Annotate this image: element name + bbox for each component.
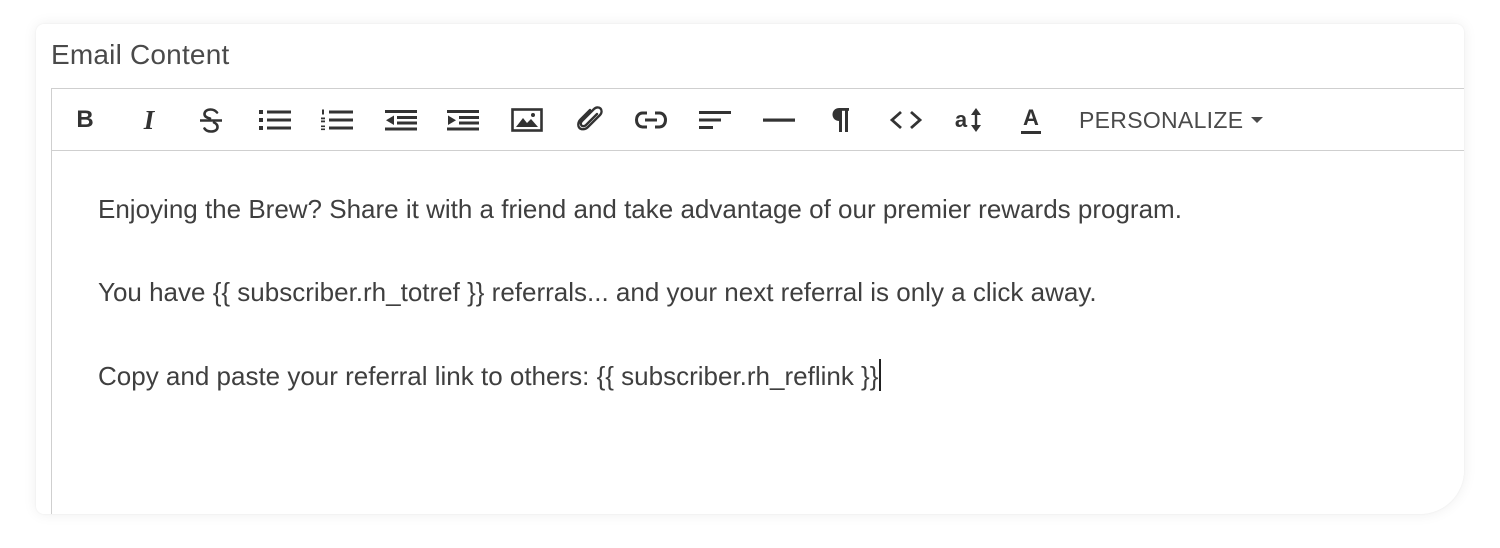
email-content-card: Email Content B I a A PERSONALIZE Enjoyi… <box>36 24 1464 514</box>
horizontal-rule-icon <box>763 118 795 122</box>
horizontal-rule-button[interactable] <box>760 104 798 136</box>
text-cursor <box>879 359 882 391</box>
code-icon <box>889 110 923 130</box>
font-color-icon: A <box>1023 105 1039 130</box>
align-left-button[interactable] <box>696 104 734 136</box>
code-view-button[interactable] <box>886 104 926 136</box>
paragraph-share: Enjoying the Brew? Share it with a frien… <box>98 194 1182 224</box>
align-left-icon <box>699 111 731 129</box>
personalize-label: PERSONALIZE <box>1079 106 1244 133</box>
strikethrough-button[interactable] <box>194 104 228 136</box>
bullet-list-button[interactable] <box>256 104 294 136</box>
image-icon <box>511 108 543 132</box>
strikethrough-icon <box>200 108 222 133</box>
personalize-dropdown[interactable]: PERSONALIZE <box>1079 104 1264 136</box>
paragraph-referrals: You have {{ subscriber.rh_totref }} refe… <box>98 277 1097 307</box>
indent-icon <box>447 110 479 131</box>
outdent-icon <box>385 110 417 131</box>
outdent-button[interactable] <box>382 104 420 136</box>
attachment-icon <box>577 106 603 131</box>
font-color-button[interactable]: A <box>1016 104 1046 136</box>
font-size-icon: a <box>954 107 968 132</box>
font-size-arrows-icon <box>971 108 982 132</box>
bullet-list-icon <box>259 110 291 130</box>
numbered-list-button[interactable] <box>318 104 356 136</box>
paragraph-format-button[interactable] <box>826 104 856 136</box>
italic-button[interactable]: I <box>134 104 164 136</box>
font-size-button[interactable]: a <box>950 104 988 136</box>
indent-button[interactable] <box>444 104 482 136</box>
chevron-down-icon <box>1251 117 1264 123</box>
editor-toolbar: B I a A PERSONALIZE <box>52 89 1464 151</box>
paragraph-icon <box>832 108 849 132</box>
attach-file-button[interactable] <box>572 104 608 136</box>
paragraph-referral-link-text: Copy and paste your referral link to oth… <box>98 361 879 391</box>
link-icon <box>634 111 668 129</box>
insert-image-button[interactable] <box>508 104 546 136</box>
bold-icon: B <box>76 106 94 133</box>
editor-content-area[interactable]: Enjoying the Brew? Share it with a frien… <box>98 193 1444 442</box>
rich-text-editor: B I a A PERSONALIZE Enjoying the Brew? S… <box>51 88 1464 514</box>
section-title: Email Content <box>51 39 230 70</box>
paragraph-referral-link: Copy and paste your referral link to oth… <box>98 359 1444 442</box>
bold-button[interactable]: B <box>70 104 100 136</box>
italic-icon: I <box>143 104 155 135</box>
insert-link-button[interactable] <box>632 104 670 136</box>
numbered-list-icon <box>321 109 353 131</box>
font-color-underline <box>1021 131 1041 134</box>
